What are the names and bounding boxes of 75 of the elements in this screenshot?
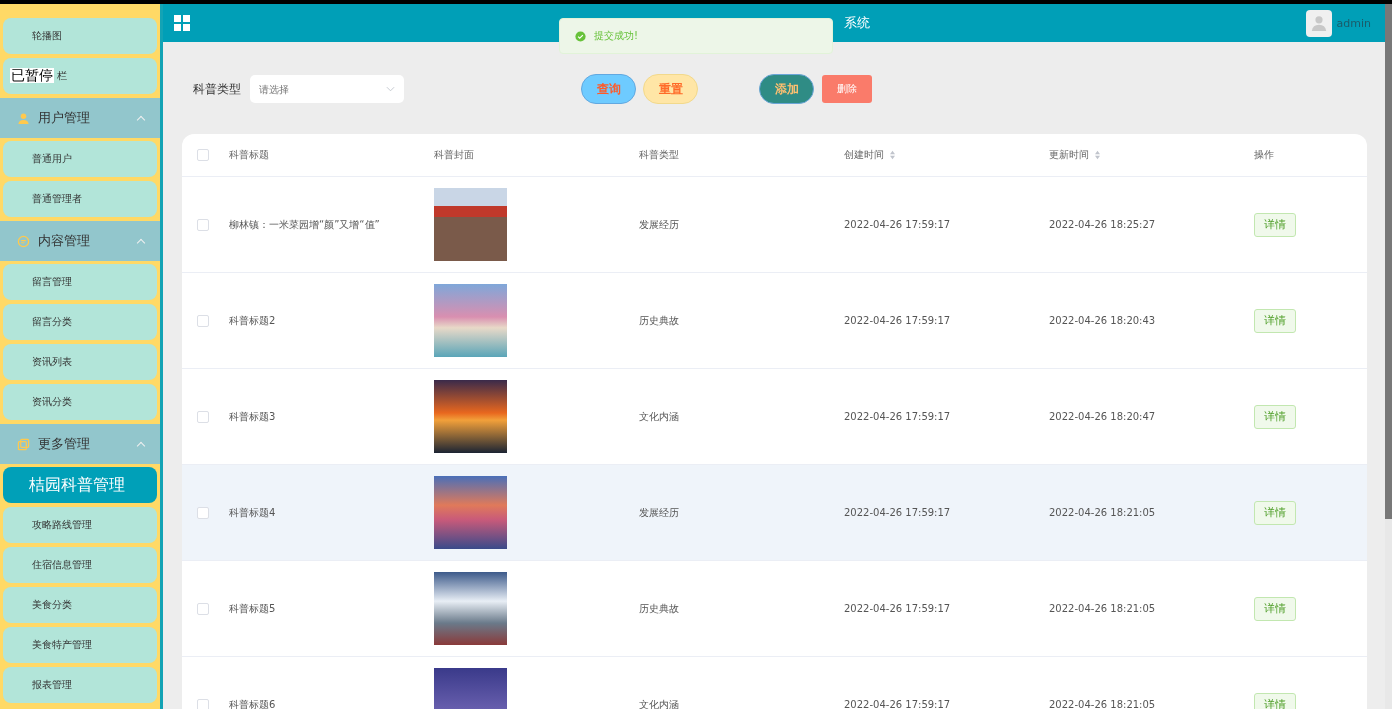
table-row[interactable]: 科普标题2 历史典故 2022-04-26 17:59:17 2022-04-26 18:20:43 详情 (182, 273, 1367, 369)
menu-item[interactable]: 美食分类 (3, 587, 157, 623)
table-row[interactable]: 科普标题4 发展经历 2022-04-26 17:59:17 2022-04-26 18:21:05 详情 (182, 465, 1367, 561)
system-title: 系统 (844, 14, 871, 32)
menu-item[interactable]: 报表管理 (3, 667, 157, 703)
copy-icon (17, 437, 30, 451)
table-cell: 2022-04-26 17:59:17 (844, 411, 951, 422)
user-icon (17, 111, 30, 125)
table-cell: 历史典故 (639, 601, 679, 616)
menu-item[interactable]: 普通管理者 (3, 181, 157, 217)
row-checkbox[interactable] (197, 602, 209, 615)
row-checkbox[interactable] (197, 314, 209, 327)
menu-item[interactable]: 住宿信息管理 (3, 547, 157, 583)
table-cell: 历史典故 (639, 313, 679, 328)
paused-overlay-text: 已暂停 (10, 68, 54, 83)
sort-icon[interactable] (1094, 150, 1101, 160)
column-header[interactable]: 创建时间 (844, 148, 896, 162)
table-cell: 2022-04-26 18:25:27 (1049, 219, 1156, 230)
table-cell: 科普标题3 (229, 409, 276, 424)
toast-message: 提交成功! (594, 29, 638, 43)
menu-item[interactable]: 资讯列表 (3, 344, 157, 380)
menu-group[interactable]: 内容管理 (0, 221, 160, 261)
table-cell: 科普标题6 (229, 697, 276, 709)
table-cell: 文化内涵 (639, 409, 679, 424)
table-row[interactable]: 科普标题5 历史典故 2022-04-26 17:59:17 2022-04-26 18:21:05 详情 (182, 561, 1367, 657)
menu-item[interactable]: 留言管理 (3, 264, 157, 300)
menu-group[interactable]: 用户管理 (0, 98, 160, 138)
check-circle-icon (575, 30, 586, 42)
menu-group[interactable]: 更多管理 (0, 424, 160, 464)
menu-group-label: 更多管理 (38, 435, 91, 453)
table-cell: 2022-04-26 17:59:17 (844, 603, 951, 614)
chat-icon (17, 234, 30, 248)
table-cell: 2022-04-26 17:59:17 (844, 507, 951, 518)
table-row[interactable]: 科普标题6 文化内涵 2022-04-26 17:59:17 2022-04-26 18:21:05 详情 (182, 657, 1367, 709)
table-cell: 2022-04-26 18:20:43 (1049, 315, 1156, 326)
table-cell: 科普标题5 (229, 601, 276, 616)
row-checkbox[interactable] (197, 218, 209, 231)
menu-item[interactable]: 普通用户 (3, 141, 157, 177)
select-all-checkbox[interactable] (197, 149, 209, 161)
table-cell: 2022-04-26 17:59:17 (844, 219, 951, 230)
menu-item[interactable]: 美食特产管理 (3, 627, 157, 663)
row-checkbox[interactable] (197, 698, 209, 709)
table-cell: 2022-04-26 18:21:05 (1049, 507, 1156, 518)
table-cell: 柳林镇：一米菜园增“颜”又增“值” (229, 217, 380, 232)
menu-item[interactable]: 轮播图 (3, 18, 157, 54)
chevron-down-icon (386, 86, 395, 92)
row-checkbox[interactable] (197, 506, 209, 519)
column-header[interactable]: 操作 (1254, 148, 1274, 162)
menu-group-label: 内容管理 (38, 232, 91, 250)
table-cell: 2022-04-26 18:20:47 (1049, 411, 1156, 422)
menu-item[interactable]: 留言分类 (3, 304, 157, 340)
column-header[interactable]: 科普类型 (639, 148, 679, 162)
avatar-icon[interactable] (1305, 9, 1332, 37)
grid-menu-icon[interactable] (174, 15, 190, 31)
table-cell: 文化内涵 (639, 697, 679, 709)
table-cell: 科普标题4 (229, 505, 276, 520)
type-select[interactable]: 请选择 (250, 75, 404, 103)
row-checkbox[interactable] (197, 410, 209, 423)
table-row[interactable]: 柳林镇：一米菜园增“颜”又增“值” 发展经历 2022-04-26 17:59:17 2022-04-26 18:25:27 详情 (182, 177, 1367, 273)
table-cell: 发展经历 (639, 217, 679, 232)
table-cell: 2022-04-26 18:21:05 (1049, 699, 1156, 709)
menu-item[interactable]: 资讯分类 (3, 384, 157, 420)
column-header[interactable]: 科普标题 (229, 148, 269, 162)
table-cell: 2022-04-26 17:59:17 (844, 315, 951, 326)
table-cell: 科普标题2 (229, 313, 276, 328)
filter-label: 科普类型 (193, 80, 241, 98)
scrollbar[interactable] (1385, 4, 1392, 709)
menu-group-label: 用户管理 (38, 109, 91, 127)
sort-icon[interactable] (889, 150, 896, 160)
table-cell: 发展经历 (639, 505, 679, 520)
menu-item[interactable]: 攻略路线管理 (3, 507, 157, 543)
table-cell: 2022-04-26 17:59:17 (844, 699, 951, 709)
table-cell: 2022-04-26 18:21:05 (1049, 603, 1156, 614)
column-header[interactable]: 科普封面 (434, 148, 474, 162)
column-header[interactable]: 更新时间 (1049, 148, 1101, 162)
